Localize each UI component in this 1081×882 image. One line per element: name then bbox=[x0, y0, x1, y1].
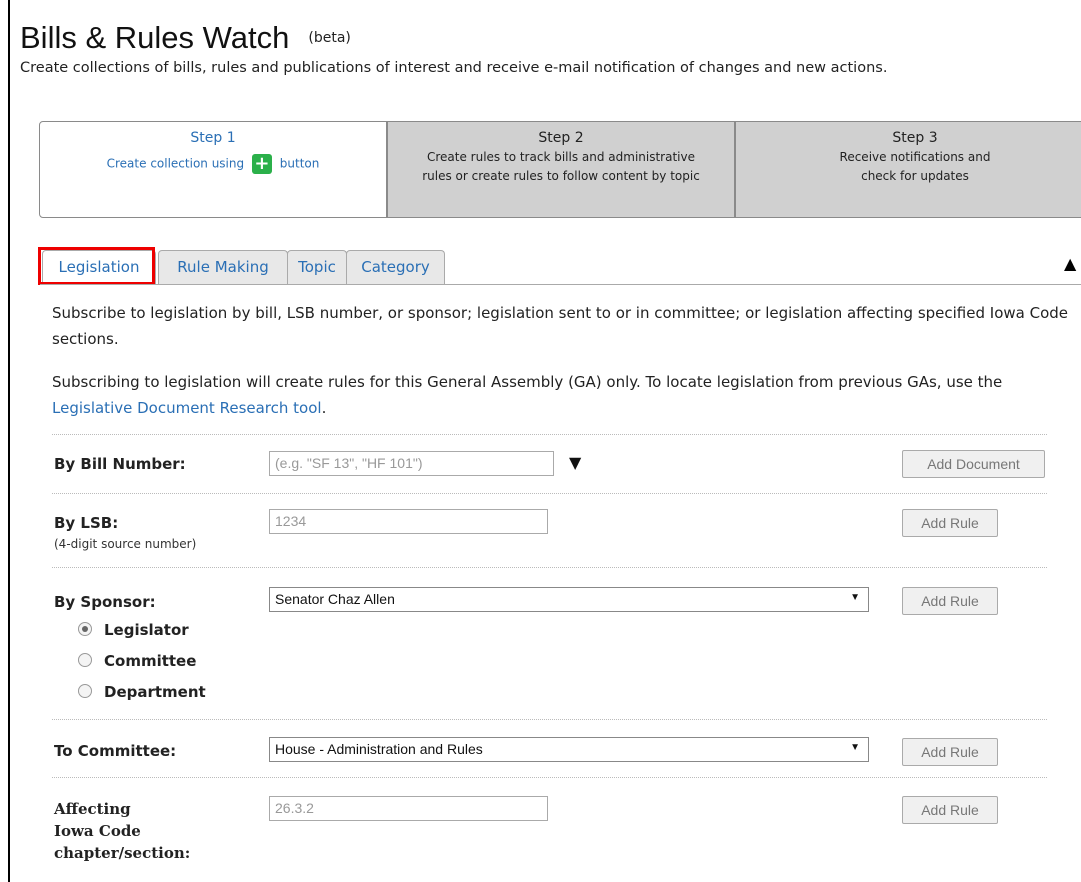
page-subtitle: Create collections of bills, rules and p… bbox=[20, 60, 888, 76]
add-document-button[interactable]: Add Document bbox=[902, 450, 1045, 478]
add-rule-button-code[interactable]: Add Rule bbox=[902, 796, 998, 824]
step-2-desc: Create rules to track bills and administ… bbox=[422, 150, 700, 183]
triangle-up-icon[interactable]: ▲ bbox=[1064, 254, 1076, 273]
radio-committee[interactable]: Committee bbox=[78, 652, 196, 670]
sponsor-label: By Sponsor: bbox=[54, 593, 156, 611]
radio-icon-checked[interactable] bbox=[78, 621, 92, 636]
chevron-down-icon: ▼ bbox=[850, 592, 860, 603]
sponsor-select[interactable]: Senator Chaz Allen ▼ bbox=[269, 587, 869, 612]
step-2-title: Step 2 bbox=[538, 130, 584, 146]
step-2: Step 2 Create rules to track bills and a… bbox=[387, 121, 735, 218]
lsb-input[interactable]: 1234 bbox=[269, 509, 548, 534]
radio-legislator[interactable]: Legislator bbox=[78, 621, 189, 639]
bill-number-label: By Bill Number: bbox=[54, 455, 186, 473]
tab-highlight-box bbox=[38, 247, 155, 285]
lsb-sublabel: (4-digit source number) bbox=[54, 537, 197, 551]
step-1-desc: Create collection using + button bbox=[106, 153, 320, 174]
tab-divider bbox=[40, 284, 1081, 285]
radio-department[interactable]: Department bbox=[78, 683, 206, 701]
page-title: Bills & Rules Watch bbox=[20, 20, 290, 55]
intro-paragraph-2: Subscribing to legislation will create r… bbox=[52, 373, 1003, 417]
committee-label: To Committee: bbox=[54, 742, 177, 760]
chevron-down-icon: ▼ bbox=[850, 742, 860, 753]
radio-icon[interactable] bbox=[78, 652, 92, 667]
step-3-title: Step 3 bbox=[892, 130, 938, 146]
step-1: Step 1 Create collection using + button bbox=[39, 121, 387, 218]
research-tool-link[interactable]: Legislative Document Research tool bbox=[52, 399, 322, 417]
page-left-border bbox=[8, 0, 10, 882]
beta-badge: (beta) bbox=[308, 30, 351, 46]
divider bbox=[52, 434, 1047, 435]
add-rule-button-committee[interactable]: Add Rule bbox=[902, 738, 998, 766]
divider bbox=[52, 777, 1047, 778]
triangle-down-icon[interactable]: ▼ bbox=[569, 453, 581, 472]
divider bbox=[52, 493, 1047, 494]
page-header: Bills & Rules Watch (beta) bbox=[20, 20, 351, 56]
code-section-input[interactable]: 26.3.2 bbox=[269, 796, 548, 821]
divider bbox=[52, 719, 1047, 720]
add-rule-button-sponsor[interactable]: Add Rule bbox=[902, 587, 998, 615]
step-3: Step 3 Receive notifications and check f… bbox=[735, 121, 1081, 218]
committee-select[interactable]: House - Administration and Rules ▼ bbox=[269, 737, 869, 762]
intro-paragraph-1: Subscribe to legislation by bill, LSB nu… bbox=[52, 304, 1069, 348]
step-3-desc: Receive notifications and check for upda… bbox=[839, 150, 991, 183]
add-rule-button-lsb[interactable]: Add Rule bbox=[902, 509, 998, 537]
radio-icon[interactable] bbox=[78, 683, 92, 698]
tab-topic[interactable]: Topic bbox=[287, 250, 347, 284]
bill-number-input[interactable]: (e.g. "SF 13", "HF 101") bbox=[269, 451, 554, 476]
steps-bar: Step 1 Create collection using + button … bbox=[39, 121, 1081, 220]
step-1-title: Step 1 bbox=[190, 130, 236, 146]
plus-icon: + bbox=[251, 154, 272, 174]
code-label: Affecting Iowa Code chapter/section: bbox=[54, 800, 191, 862]
lsb-label: By LSB: bbox=[54, 514, 119, 532]
divider bbox=[52, 567, 1047, 568]
tab-rule-making[interactable]: Rule Making bbox=[158, 250, 288, 284]
tab-category[interactable]: Category bbox=[346, 250, 445, 284]
